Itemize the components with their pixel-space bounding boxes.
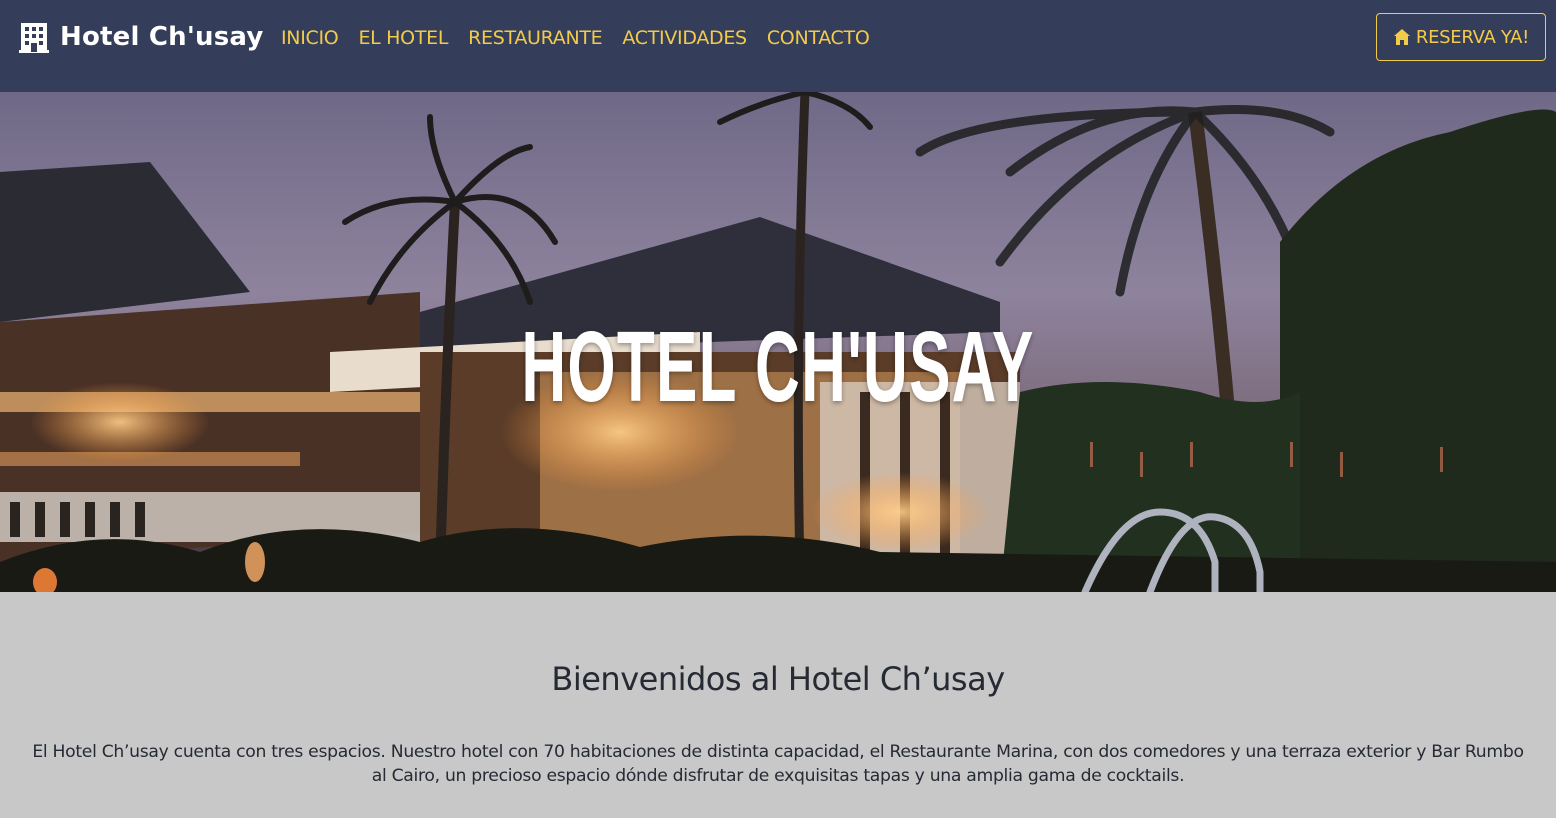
hero-title: HOTEL CH'USAY — [521, 311, 1035, 423]
brand-link[interactable]: Hotel Ch'usay — [19, 20, 263, 54]
navbar: Hotel Ch'usay INICIO EL HOTEL RESTAURANT… — [0, 0, 1556, 92]
nav-link-contacto[interactable]: CONTACTO — [767, 24, 870, 52]
nav-link-el-hotel[interactable]: EL HOTEL — [358, 24, 448, 52]
welcome-heading: Bienvenidos al Hotel Ch’usay — [551, 660, 1005, 698]
reserve-button[interactable]: RESERVA YA! — [1376, 13, 1546, 61]
hero-banner: HOTEL CH'USAY — [0, 92, 1556, 592]
reserve-button-label: RESERVA YA! — [1415, 26, 1530, 48]
nav-links: INICIO EL HOTEL RESTAURANTE ACTIVIDADES … — [281, 24, 890, 52]
building-icon — [19, 23, 49, 53]
nav-link-restaurante[interactable]: RESTAURANTE — [468, 24, 603, 52]
house-icon — [1393, 29, 1410, 45]
welcome-text: El Hotel Ch’usay cuenta con tres espacio… — [32, 742, 1524, 786]
nav-link-actividades[interactable]: ACTIVIDADES — [622, 24, 747, 52]
brand-name: Hotel Ch'usay — [60, 22, 264, 52]
nav-link-inicio[interactable]: INICIO — [281, 24, 339, 52]
welcome-section: Bienvenidos al Hotel Ch’usay El Hotel Ch… — [0, 592, 1556, 818]
